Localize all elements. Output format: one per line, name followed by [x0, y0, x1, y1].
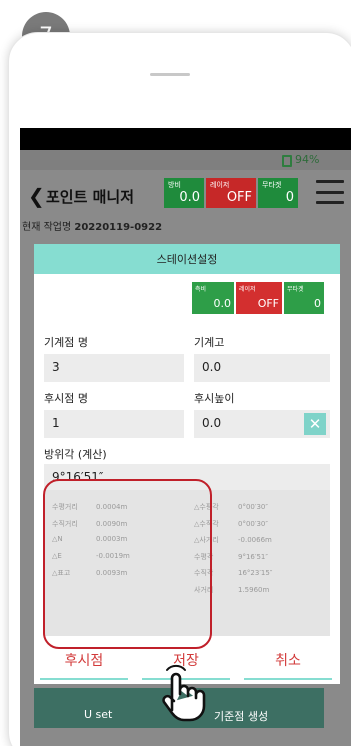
indicator-value: 0.0 — [179, 190, 200, 205]
chip-label: 레이저 — [239, 286, 256, 293]
current-job: 현재 작업명 20220119-0922 — [20, 218, 351, 236]
tap-hand-icon — [162, 664, 206, 722]
indicator-label: 무타겟 — [262, 181, 282, 189]
header-indicator-prismless: 무타겟 0 — [258, 178, 298, 208]
status-bar — [20, 128, 351, 150]
info-value: 9°16′51″ — [238, 552, 268, 561]
backsight-height-label: 후시높이 — [194, 392, 235, 405]
chip-value: 0.0 — [213, 297, 232, 310]
instrument-height-label: 기계고 — [194, 336, 225, 349]
indicator-label: 방비 — [168, 181, 181, 189]
chip-label: 측비 — [195, 286, 207, 293]
info-value: 16°23′15″ — [238, 569, 273, 577]
header-indicator-survey: 방비 0.0 — [164, 178, 204, 208]
close-icon: ✕ — [308, 415, 322, 433]
job-name: 20220119-0922 — [74, 222, 163, 233]
instrument-point-label: 기계점 명 — [44, 336, 88, 349]
backsight-point-field[interactable]: 1 — [44, 410, 184, 438]
info-value: 0°00′30″ — [238, 519, 268, 528]
job-label: 현재 작업명 — [22, 222, 72, 233]
instrument-height-field[interactable]: 0.0 — [194, 354, 330, 382]
info-value: 1.5960m — [238, 585, 270, 594]
cancel-button[interactable]: 취소 — [244, 642, 332, 680]
indicator-label: 레이저 — [210, 181, 230, 189]
dialog-title: 스테이션설정 — [34, 244, 340, 274]
header-indicator-laser: 레이저 OFF — [206, 178, 256, 208]
app-header: ❮ 포인트 매니저 방비 0.0 레이저 OFF 무타겟 0 — [20, 170, 351, 220]
battery-level: 94% — [295, 153, 320, 166]
app-title: 포인트 매니저 — [46, 188, 135, 206]
backsight-point-label: 후시점 명 — [44, 392, 88, 405]
device-screen: 94% ❮ 포인트 매니저 방비 0.0 레이저 OFF 무타겟 0 현재 작업… — [20, 128, 351, 746]
instrument-point-field[interactable]: 3 — [44, 354, 184, 382]
indicator-value: 0 — [285, 190, 294, 205]
info-value: 0°00′30″ — [238, 503, 268, 511]
info-value: -0.0066m — [238, 536, 272, 544]
highlight-annotation — [43, 479, 212, 649]
phone-speaker — [150, 73, 190, 76]
create-control-point-button[interactable]: 기준점 생성 — [214, 708, 268, 724]
battery-icon — [282, 155, 292, 167]
chip-prismless: 무타겟 0 — [284, 282, 324, 314]
chip-label: 무타겟 — [287, 286, 304, 293]
chip-value: 0 — [314, 297, 321, 310]
indicator-value: OFF — [226, 190, 252, 205]
hamburger-menu-icon[interactable] — [316, 180, 344, 204]
chip-survey: 측비 0.0 — [192, 282, 234, 314]
clear-backsight-height-button[interactable]: ✕ — [304, 413, 326, 435]
azimuth-label: 방위각 (계산) — [44, 448, 107, 461]
chip-laser: 레이저 OFF — [236, 282, 282, 314]
back-arrow-icon[interactable]: ❮ — [28, 186, 45, 206]
u-set-button[interactable]: U set — [84, 708, 112, 721]
chip-value: OFF — [257, 297, 279, 310]
